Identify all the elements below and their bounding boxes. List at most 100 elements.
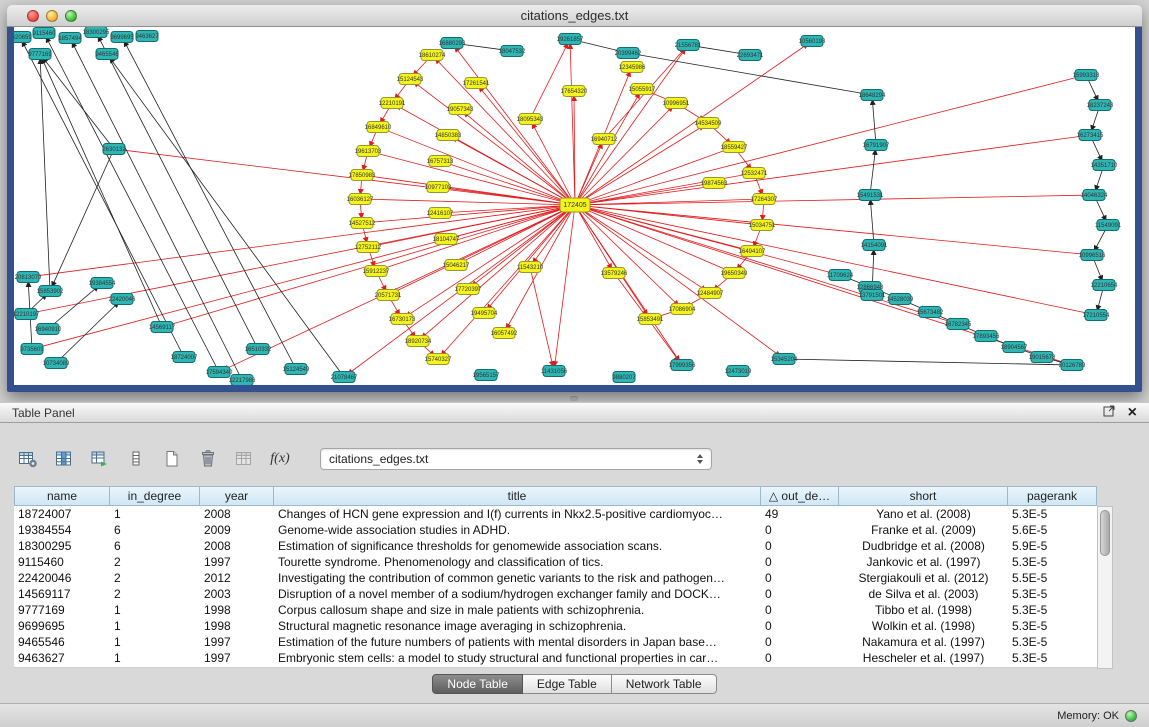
graph-node[interactable]: 11709624 bbox=[827, 270, 854, 281]
table-row[interactable]: 1456911722003Disruption of a novel membe… bbox=[14, 586, 1097, 602]
graph-node[interactable]: 13791501 bbox=[859, 290, 886, 301]
graph-node[interactable]: 18095343 bbox=[517, 114, 544, 125]
table-row[interactable]: 946554611997Estimation of the future num… bbox=[14, 634, 1097, 650]
graph-node[interactable]: 18904567 bbox=[1001, 342, 1028, 353]
function-builder-icon[interactable]: f(x) bbox=[266, 446, 294, 472]
graph-node[interactable]: 17999356 bbox=[669, 360, 696, 371]
column-visibility-icon[interactable] bbox=[50, 446, 78, 472]
graph-node[interactable]: 19874563 bbox=[701, 178, 728, 189]
table-options-icon[interactable] bbox=[14, 446, 42, 472]
table-row[interactable]: 1938455462009Genome-wide association stu… bbox=[14, 522, 1097, 538]
graph-node[interactable]: 14351710 bbox=[1091, 160, 1118, 171]
graph-node[interactable]: 11431056 bbox=[541, 366, 568, 377]
panel-divider-handle[interactable] bbox=[570, 396, 578, 401]
graph-node[interactable]: 9463627 bbox=[135, 31, 159, 42]
graph-node[interactable]: 16057492 bbox=[491, 328, 518, 339]
graph-node[interactable]: 19384554 bbox=[89, 278, 116, 289]
graph-node[interactable]: 16730173 bbox=[389, 314, 416, 325]
vertical-scrollbar[interactable] bbox=[1097, 506, 1113, 669]
graph-node[interactable]: 18047532 bbox=[499, 46, 526, 57]
graph-node[interactable]: 15740327 bbox=[425, 354, 452, 365]
graph-node[interactable]: 19495704 bbox=[471, 308, 498, 319]
table-row[interactable]: 946362711997Embryonic stem cells: a mode… bbox=[14, 650, 1097, 666]
graph-node[interactable]: 16036127 bbox=[347, 194, 374, 205]
delete-table-icon[interactable] bbox=[194, 446, 222, 472]
graph-node[interactable]: 12416107 bbox=[427, 208, 454, 219]
graph-node[interactable]: 13579246 bbox=[601, 268, 628, 279]
zoom-window-button[interactable] bbox=[65, 10, 77, 22]
close-window-button[interactable] bbox=[27, 10, 39, 22]
graph-node[interactable]: 14569117 bbox=[149, 322, 176, 333]
minimize-window-button[interactable] bbox=[46, 10, 58, 22]
graph-node[interactable]: 20126789 bbox=[1059, 360, 1086, 371]
graph-node[interactable]: 16940910 bbox=[35, 324, 62, 335]
graph-node[interactable]: 16880293 bbox=[439, 38, 466, 49]
graph-node[interactable]: 12532471 bbox=[741, 168, 768, 179]
graph-node[interactable]: 9777169 bbox=[28, 49, 52, 60]
float-panel-icon[interactable] bbox=[1103, 404, 1116, 422]
graph-node[interactable]: 18648294 bbox=[859, 90, 886, 101]
tab-node-table[interactable]: Node Table bbox=[432, 674, 523, 694]
graph-node[interactable]: 9115460 bbox=[33, 28, 57, 39]
graph-node[interactable]: 9465546 bbox=[95, 49, 119, 60]
graph-node[interactable]: 16849610 bbox=[365, 122, 392, 133]
tab-edge-table[interactable]: Edge Table bbox=[523, 674, 612, 694]
graph-node[interactable]: 21556781 bbox=[675, 40, 702, 51]
graph-node[interactable]: 18237243 bbox=[1087, 100, 1114, 111]
graph-node[interactable]: 15491531 bbox=[857, 190, 884, 201]
table-row[interactable]: 969969511998Structural magnetic resonanc… bbox=[14, 618, 1097, 634]
table-row[interactable]: 977716911998Corpus callosum shape and si… bbox=[14, 602, 1097, 618]
graph-node[interactable]: 16791907 bbox=[863, 140, 890, 151]
graph-node[interactable]: 10560193 bbox=[799, 36, 826, 47]
graph-node[interactable]: 15345204 bbox=[771, 354, 798, 365]
column-header[interactable]: pagerank bbox=[1008, 486, 1097, 506]
graph-node[interactable]: 20571731 bbox=[375, 290, 402, 301]
graph-node[interactable]: 18300295 bbox=[83, 27, 110, 38]
graph-node[interactable]: 9880207 bbox=[612, 372, 636, 383]
graph-node[interactable]: 16273415 bbox=[1077, 130, 1104, 141]
graph-node[interactable]: 16510332 bbox=[245, 344, 272, 355]
table-row[interactable]: 1872400712008Changes of HCN gene express… bbox=[14, 506, 1097, 522]
table-row[interactable]: 911546021997Tourette syndrome. Phenomeno… bbox=[14, 554, 1097, 570]
graph-node[interactable]: 14154091 bbox=[861, 240, 888, 251]
column-header[interactable]: title bbox=[274, 486, 761, 506]
graph-node[interactable]: 16940712 bbox=[591, 134, 618, 145]
graph-node[interactable]: 17261541 bbox=[463, 78, 490, 89]
graph-node[interactable]: 12217986 bbox=[229, 375, 256, 386]
table-row[interactable]: 1830029562008Estimation of significance … bbox=[14, 538, 1097, 554]
graph-node[interactable]: 17086904 bbox=[669, 304, 696, 315]
graph-node[interactable]: 20813079 bbox=[15, 272, 42, 283]
table-row[interactable]: 2242004622012Investigating the contribut… bbox=[14, 570, 1097, 586]
graph-node[interactable]: 21078467 bbox=[331, 372, 358, 383]
graph-node[interactable]: 17720397 bbox=[455, 284, 482, 295]
close-panel-icon[interactable]: × bbox=[1128, 406, 1137, 419]
graph-node[interactable]: 10977103 bbox=[425, 182, 452, 193]
graph-node[interactable]: 10996951 bbox=[663, 98, 690, 109]
graph-node[interactable]: 2620659 bbox=[14, 32, 32, 43]
graph-node[interactable]: 19261857 bbox=[557, 34, 584, 45]
graph-node[interactable]: 19613703 bbox=[355, 146, 382, 157]
new-table-icon[interactable] bbox=[158, 446, 186, 472]
graph-node[interactable]: 1857494 bbox=[58, 33, 82, 44]
graph-node[interactable]: 17210554 bbox=[1083, 310, 1110, 321]
graph-node[interactable]: 19057343 bbox=[447, 104, 474, 115]
graph-node[interactable]: 9699695 bbox=[110, 32, 134, 43]
graph-node[interactable]: 15993318 bbox=[1073, 70, 1100, 81]
graph-node[interactable]: 2630132 bbox=[102, 144, 126, 155]
graph-node[interactable]: 14527512 bbox=[349, 218, 376, 229]
graph-node[interactable]: 12210191 bbox=[379, 98, 406, 109]
graph-node[interactable]: 18559427 bbox=[721, 142, 748, 153]
graph-node[interactable]: 10996516 bbox=[1079, 250, 1106, 261]
scrollbar-thumb[interactable] bbox=[1100, 510, 1110, 556]
graph-node[interactable]: 15853491 bbox=[637, 314, 664, 325]
graph-node[interactable]: 15124543 bbox=[397, 74, 424, 85]
graph-node[interactable]: 15055917 bbox=[629, 84, 656, 95]
graph-node[interactable]: 22420046 bbox=[109, 294, 136, 305]
graph-node[interactable]: 15673482 bbox=[917, 307, 944, 318]
table-network-selector[interactable]: citations_edges.txt bbox=[320, 448, 712, 470]
graph-node[interactable]: 18104747 bbox=[433, 234, 460, 245]
graph-node[interactable]: 11549091 bbox=[1095, 220, 1122, 231]
graph-node[interactable]: 12473019 bbox=[725, 366, 752, 377]
column-header[interactable]: year bbox=[200, 486, 274, 506]
graph-node[interactable]: 17594340 bbox=[206, 367, 233, 378]
